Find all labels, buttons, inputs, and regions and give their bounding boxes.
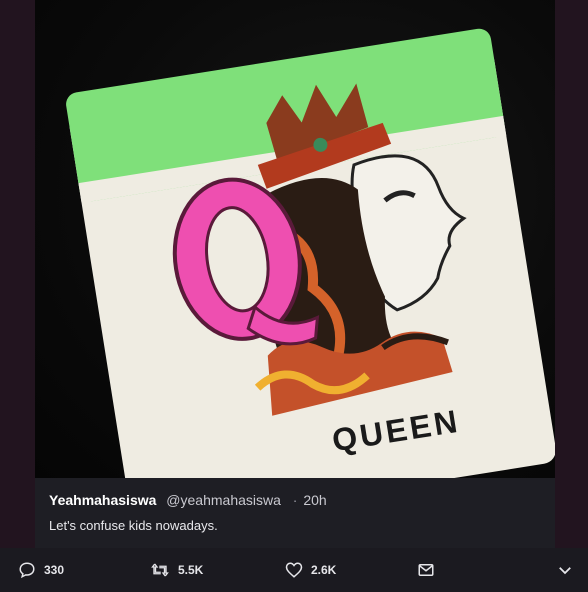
envelope-icon xyxy=(418,564,434,576)
separator-dot: · xyxy=(292,492,298,508)
chevron-down-icon xyxy=(559,567,571,575)
more-button[interactable] xyxy=(556,548,582,592)
tweet-meta: Yeahmahasiswa @yeahmahasiswa · 20h Let's… xyxy=(0,478,588,548)
like-button[interactable]: 2.6K xyxy=(285,548,336,592)
dm-button[interactable] xyxy=(417,548,443,592)
retweet-count: 5.5K xyxy=(178,563,204,577)
retweet-button[interactable]: 5.5K xyxy=(150,548,203,592)
retweet-icon xyxy=(151,563,169,577)
tweet-text: Let's confuse kids nowadays. xyxy=(49,518,218,533)
tweet-photo[interactable]: QUEEN xyxy=(35,0,555,478)
author-line: Yeahmahasiswa @yeahmahasiswa · 20h xyxy=(49,492,327,508)
reply-button[interactable]: 330 xyxy=(18,548,64,592)
mahjong-tile-image: QUEEN xyxy=(66,28,555,478)
display-name[interactable]: Yeahmahasiswa xyxy=(49,492,156,508)
user-handle[interactable]: @yeahmahasiswa xyxy=(166,492,281,508)
heart-icon xyxy=(285,562,303,578)
like-count: 2.6K xyxy=(311,563,337,577)
action-bar: 330 5.5K 2.6K xyxy=(0,548,588,592)
reply-count: 330 xyxy=(44,563,65,577)
reply-icon xyxy=(19,562,35,579)
tweet-time[interactable]: 20h xyxy=(303,492,326,508)
